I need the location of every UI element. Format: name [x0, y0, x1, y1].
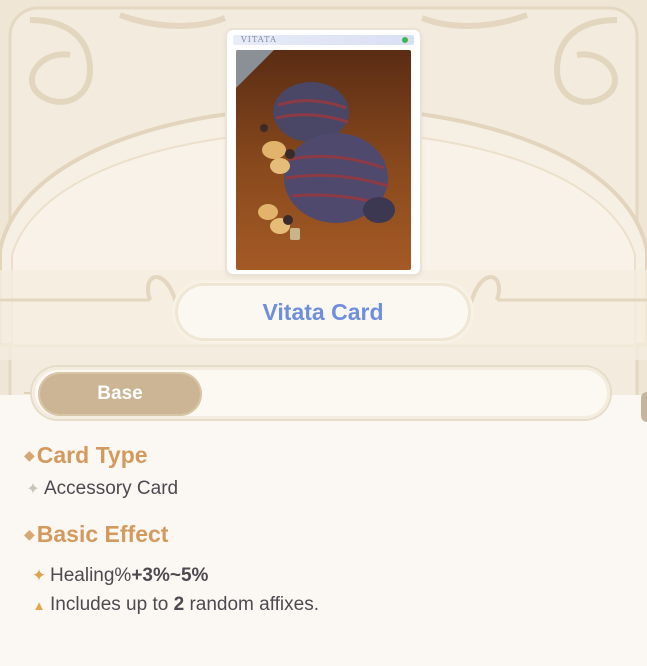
- effect-2-suffix: random affixes.: [189, 594, 320, 615]
- card-type-heading: Card Type: [36, 442, 148, 468]
- effect-2-value: 2: [173, 594, 185, 615]
- effect-2-prefix: Includes up to: [50, 594, 169, 615]
- effect-row-2: ▲ Includes up to 2 random affixes.: [30, 594, 319, 616]
- star-icon: ✦: [31, 566, 47, 585]
- card-type-row: ✦ Accessory Card: [24, 478, 178, 500]
- card-image: VITATA: [227, 30, 420, 274]
- diamond-icon: ◆: [24, 447, 35, 463]
- card-type-value: Accessory Card: [44, 478, 179, 499]
- card-detail-panel: VITATA Vitata Card Base ◆ Card Type ✦ Ac…: [0, 0, 647, 666]
- diamond-icon: ◆: [24, 526, 35, 542]
- card-title-banner: Vitata Card: [178, 286, 468, 338]
- basic-effect-heading-row: ◆ Basic Effect: [24, 521, 168, 548]
- sparkle-icon: ✦: [26, 481, 40, 498]
- tab-base[interactable]: Base: [38, 372, 202, 416]
- effect-row-1: ✦ Healing% +3%~5%: [30, 565, 209, 587]
- triangle-icon: ▲: [32, 597, 46, 613]
- effect-1-prefix: Healing%: [50, 565, 132, 586]
- side-scroll-handle[interactable]: [641, 392, 647, 422]
- basic-effect-heading: Basic Effect: [36, 521, 169, 547]
- card-type-heading-row: ◆ Card Type: [24, 442, 148, 469]
- card-brand-label: VITATA: [241, 35, 277, 44]
- card-title: Vitata Card: [262, 298, 384, 325]
- card-artwork: [236, 50, 411, 270]
- status-dot-icon: [402, 37, 408, 43]
- card-header-strip: VITATA: [233, 35, 414, 45]
- tab-base-label: Base: [97, 383, 143, 404]
- effect-1-value: +3%~5%: [131, 565, 209, 586]
